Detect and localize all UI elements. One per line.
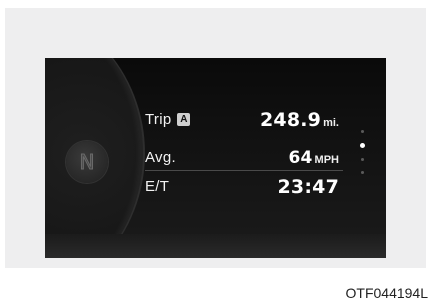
trip-value: 248.9 mi. xyxy=(260,108,339,135)
page-dot xyxy=(360,171,364,174)
gear-indicator: N xyxy=(66,141,108,183)
page-dot xyxy=(360,158,364,161)
et-label: E/T xyxy=(145,178,170,195)
page-dot-active xyxy=(359,143,365,148)
page-dot xyxy=(360,130,364,133)
figure-code: OTF044194L xyxy=(345,285,429,301)
elapsed-time: 23:47 xyxy=(277,176,339,198)
trip-badge: A xyxy=(177,113,191,126)
et-value: 23:47 xyxy=(278,175,339,200)
trip-distance: 248.9 xyxy=(259,109,322,131)
avg-value: 64 MPH xyxy=(288,146,339,172)
page-indicator xyxy=(359,130,365,184)
avg-speed: 64 xyxy=(288,148,313,168)
trip-unit: mi. xyxy=(323,117,339,129)
avg-speed-row: Avg. 64 MPH xyxy=(145,146,339,170)
row-divider xyxy=(145,170,343,171)
cluster-screen: N Trip A 248.9 mi. Avg. 64 MPH E/T 23:47 xyxy=(45,58,386,258)
avg-label: Avg. xyxy=(145,149,176,166)
trip-label: Trip A xyxy=(145,108,191,132)
screen-bottom-band xyxy=(45,234,386,258)
gear-letter: N xyxy=(79,150,95,175)
trip-label-text: Trip xyxy=(145,111,172,128)
avg-unit: MPH xyxy=(314,154,339,166)
elapsed-time-row: E/T 23:47 xyxy=(145,175,339,199)
trip-row: Trip A 248.9 mi. xyxy=(145,108,339,132)
